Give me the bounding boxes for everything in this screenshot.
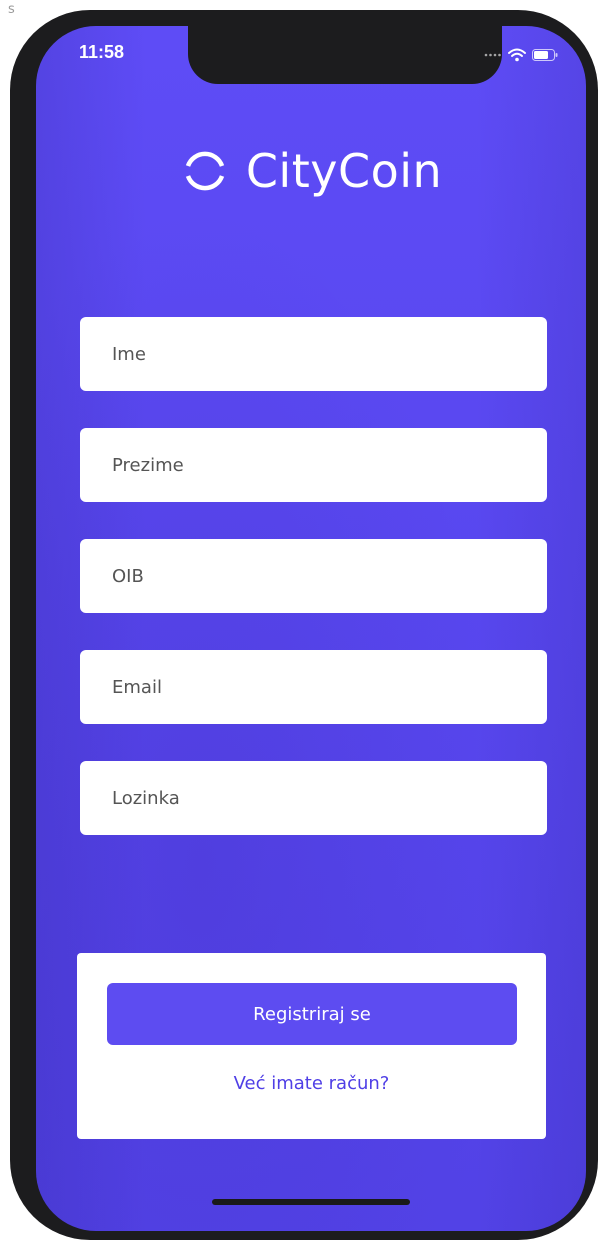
first-name-input[interactable] [110, 342, 547, 366]
frame-label: s [8, 2, 15, 17]
brand-logo: CityCoin [36, 144, 586, 198]
oib-input[interactable] [110, 564, 547, 588]
last-name-input[interactable] [110, 453, 547, 477]
email-field[interactable] [80, 650, 547, 724]
password-field[interactable] [80, 761, 547, 835]
password-input[interactable] [110, 786, 547, 810]
phone-frame: 11:58 CityCoin Ime Prezime OIB Email Reg… [10, 10, 598, 1240]
app-screen: 11:58 CityCoin Ime Prezime OIB Email Reg… [36, 26, 586, 1231]
email-input[interactable] [110, 675, 547, 699]
register-button[interactable]: Registriraj se [107, 983, 517, 1045]
last-name-field[interactable] [80, 428, 547, 502]
status-icons [484, 48, 558, 62]
battery-icon [532, 49, 558, 61]
first-name-field[interactable] [80, 317, 547, 391]
brand-name: CityCoin [245, 144, 443, 198]
notch [188, 26, 502, 84]
oib-field[interactable] [80, 539, 547, 613]
logo-ring-icon [185, 151, 224, 191]
wifi-icon [508, 48, 526, 62]
login-link[interactable]: Već imate račun? [77, 1073, 546, 1094]
signal-dots-icon [484, 53, 501, 57]
home-indicator[interactable] [212, 1199, 410, 1205]
status-time: 11:58 [79, 42, 125, 62]
action-card: Registriraj se Već imate račun? [77, 953, 546, 1139]
